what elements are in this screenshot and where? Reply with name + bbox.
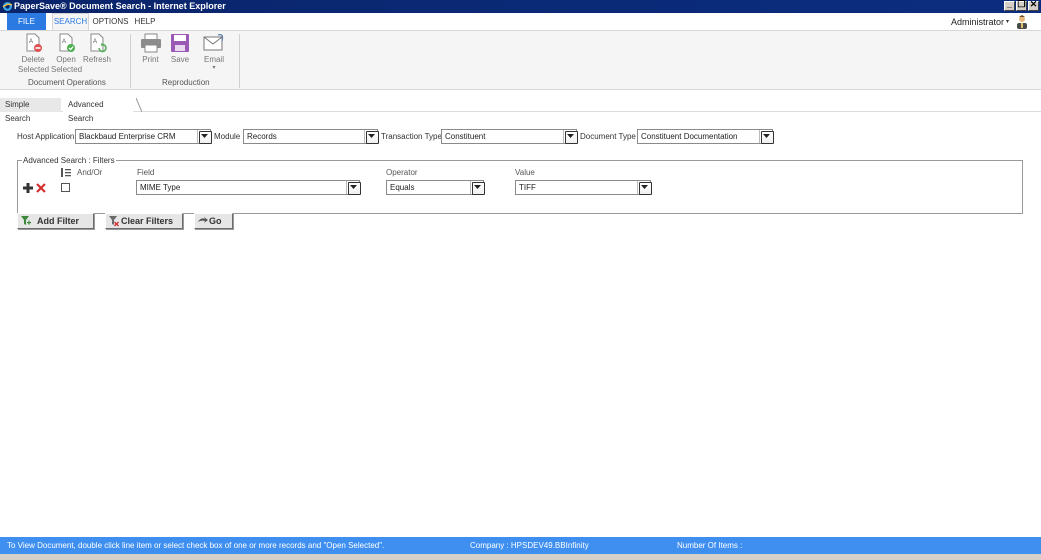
svg-text:A: A [62,39,66,45]
module-label: Module [214,132,241,141]
user-menu[interactable]: Administrator ▾ [951,13,1029,30]
close-button[interactable]: ✕ [1028,0,1039,11]
tab-help[interactable]: HELP [132,13,158,30]
go-arrow-icon [198,217,208,223]
host-application-select[interactable]: Blackbaud Enterprise CRM [75,129,212,144]
print-button[interactable]: Print [138,33,163,65]
ribbon-separator [239,34,240,88]
transaction-type-select[interactable]: Constituent [441,129,578,144]
refresh-icon: A [90,33,107,53]
restore-button[interactable]: ❐ [1016,0,1027,11]
ribbon-tab-bar: FILE SEARCH OPTIONS HELP Administrator ▾ [0,13,1041,30]
window-title: PaperSave® Document Search - Internet Ex… [14,1,226,11]
tab-search[interactable]: SEARCH [52,13,89,30]
advanced-filters-legend: Advanced Search : Filters [22,156,116,165]
filter-value-select[interactable]: TIFF [515,180,652,195]
open-selected-button[interactable]: A Open Selected [51,33,82,75]
tab-simple-search[interactable]: Simple Search [0,98,61,123]
transaction-type-label: Transaction Type [381,132,442,141]
user-name: Administrator [950,16,1004,27]
status-company: Company : HPSDEV49.BBInfinity [470,541,589,550]
svg-text:A: A [29,39,33,45]
user-avatar-icon [1017,14,1027,29]
internet-explorer-icon [2,2,13,11]
delete-selected-button[interactable]: A Delete Selected [18,33,49,75]
dropdown-arrow-icon [763,134,770,138]
email-button[interactable]: Email ▾ [202,33,226,71]
window-bottom-border [0,554,1041,560]
add-filter-icon [21,216,31,225]
clear-filters-button[interactable]: Clear Filters [105,213,183,229]
open-document-icon: A [59,33,75,52]
add-filter-button[interactable]: Add Filter [17,213,94,229]
value-column-header: Value [515,168,535,177]
dropdown-arrow-icon [474,185,481,189]
tab-file[interactable]: FILE [7,13,46,30]
document-type-label: Document Type [580,132,636,141]
group-list-icon[interactable] [61,168,71,177]
and-or-checkbox[interactable] [61,183,70,192]
go-button[interactable]: Go [194,213,233,229]
status-item-count: Number Of Items : [677,541,743,550]
dropdown-arrow-icon [567,134,574,138]
floppy-disk-icon [171,34,189,52]
svg-text:A: A [93,39,97,45]
tab-edge-decoration [136,98,142,112]
operator-column-header: Operator [386,168,418,177]
dropdown-arrow-icon [641,185,648,189]
chevron-down-icon: ▾ [1005,19,1009,25]
refresh-button[interactable]: A Refresh [82,33,112,65]
tab-options[interactable]: OPTIONS [92,13,129,30]
field-column-header: Field [137,168,155,177]
tab-advanced-search[interactable]: Advanced Search [63,98,133,123]
window-title-bar: PaperSave® Document Search - Internet Ex… [0,0,1041,13]
clear-filter-icon [109,216,119,227]
status-hint: To View Document, double click line item… [7,541,385,550]
dropdown-arrow-icon [350,185,357,189]
dropdown-arrow-icon [368,134,375,138]
document-type-select[interactable]: Constituent Documentation [637,129,774,144]
save-button[interactable]: Save [169,33,191,65]
delete-document-icon: A [26,33,42,52]
email-icon [203,33,224,51]
host-application-label: Host Application [17,132,75,141]
dropdown-arrow-icon [201,134,208,138]
add-row-icon[interactable] [23,183,33,193]
document-operations-group-label: Document Operations [28,78,106,87]
chevron-down-icon: ▾ [212,65,216,71]
filter-field-select[interactable]: MIME Type [136,180,361,195]
reproduction-group-label: Reproduction [162,78,210,87]
ribbon-separator [130,34,131,88]
filter-operator-select[interactable]: Equals [386,180,485,195]
minimize-button[interactable]: _ [1004,0,1015,11]
status-bar: To View Document, double click line item… [0,537,1041,554]
search-mode-tabs: Simple Search Advanced Search [0,98,1041,123]
printer-icon [140,33,161,53]
ribbon-panel: A Delete Selected A Open Selected A Refr… [0,30,1041,90]
and-or-column-header: And/Or [77,168,103,177]
remove-row-icon[interactable] [36,183,46,193]
module-select[interactable]: Records [243,129,379,144]
